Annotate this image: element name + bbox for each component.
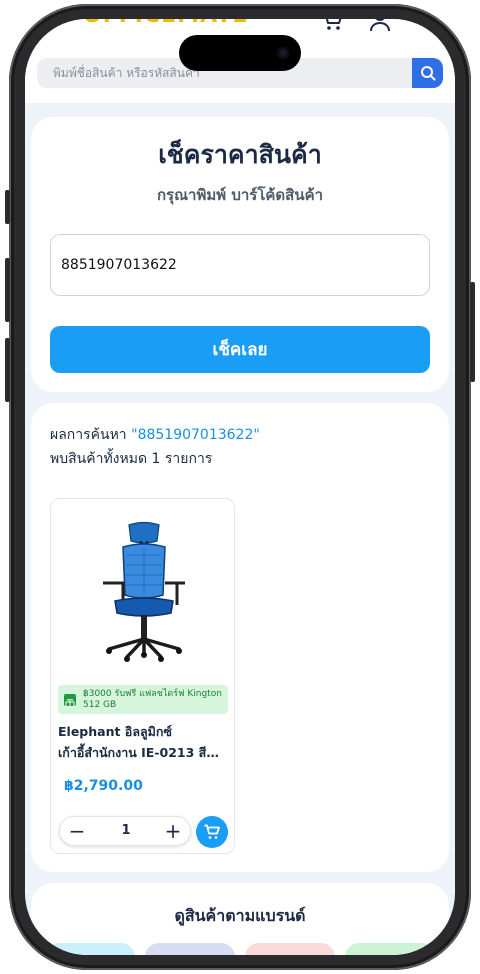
side-button-volume-down [5,338,10,402]
brand-logo[interactable]: OFFICEMATE [83,19,248,28]
brands-card: ดูสินค้าตามแบรนด์ [31,883,449,955]
product-card[interactable]: ฿3000 รับฟรี แฟลชไดร์ฟ Kington 512 GB El… [50,498,235,854]
dynamic-island [179,35,301,71]
product-title: เก้าอี้สำนักงาน IE-0213 สีน้ำเงิน [58,745,228,760]
page-title: เช็คราคาสินค้า [158,140,322,169]
gift-icon [64,693,76,707]
barcode-input[interactable] [50,234,430,296]
result-count: พบสินค้าทั้งหมด 1 รายการ [50,451,213,467]
promo-text: ฿3000 รับฟรี แฟลชไดร์ฟ Kington 512 GB [83,688,222,710]
add-to-cart-button[interactable] [196,816,228,848]
search-icon [420,66,435,81]
check-price-card: เช็คราคาสินค้า กรุณาพิมพ์ บาร์โค้ดสินค้า… [31,117,449,392]
increase-quantity-button[interactable]: + [158,817,188,845]
cart-icon[interactable] [319,19,345,33]
search-result-heading: ผลการค้นหา "8851907013622" [50,424,260,446]
product-price: ฿2,790.00 [64,778,143,794]
product-brand: Elephant อิลลูมิกซ์ [58,724,172,739]
search-result-label: ผลการค้นหา [50,427,127,443]
side-button-power [470,282,475,382]
add-to-cart-icon [204,824,220,839]
camera-icon [277,47,289,59]
quantity-stepper: − 1 + [59,816,191,846]
brand-tile[interactable] [45,943,135,955]
search-results-card: ผลการค้นหา "8851907013622" พบสินค้าทั้งห… [31,403,449,872]
page-subtitle: กรุณาพิมพ์ บาร์โค้ดสินค้า [156,186,324,204]
phone-screen: OFFICEMATE เช็คราคาสินค้า กรุณาพิมพ์ บาร… [25,19,455,955]
user-icon[interactable] [367,19,393,33]
search-button[interactable] [412,58,443,88]
side-button-action [5,190,10,224]
brand-tile[interactable] [145,943,235,955]
side-button-volume-up [5,258,10,322]
quantity-value[interactable]: 1 [100,817,152,845]
search-result-query: "8851907013622" [131,427,260,443]
product-name[interactable]: Elephant อิลลูมิกซ์ เก้าอี้สำนักงาน IE-0… [58,721,228,763]
decrease-quantity-button[interactable]: − [62,817,92,845]
office-chair-image[interactable] [89,521,199,663]
brand-tile[interactable] [245,943,335,955]
check-price-button[interactable]: เช็คเลย [50,326,430,373]
promo-badge: ฿3000 รับฟรี แฟลชไดร์ฟ Kington 512 GB [58,685,228,714]
brand-tile[interactable] [345,943,435,955]
brands-title: ดูสินค้าตามแบรนด์ [174,906,306,925]
